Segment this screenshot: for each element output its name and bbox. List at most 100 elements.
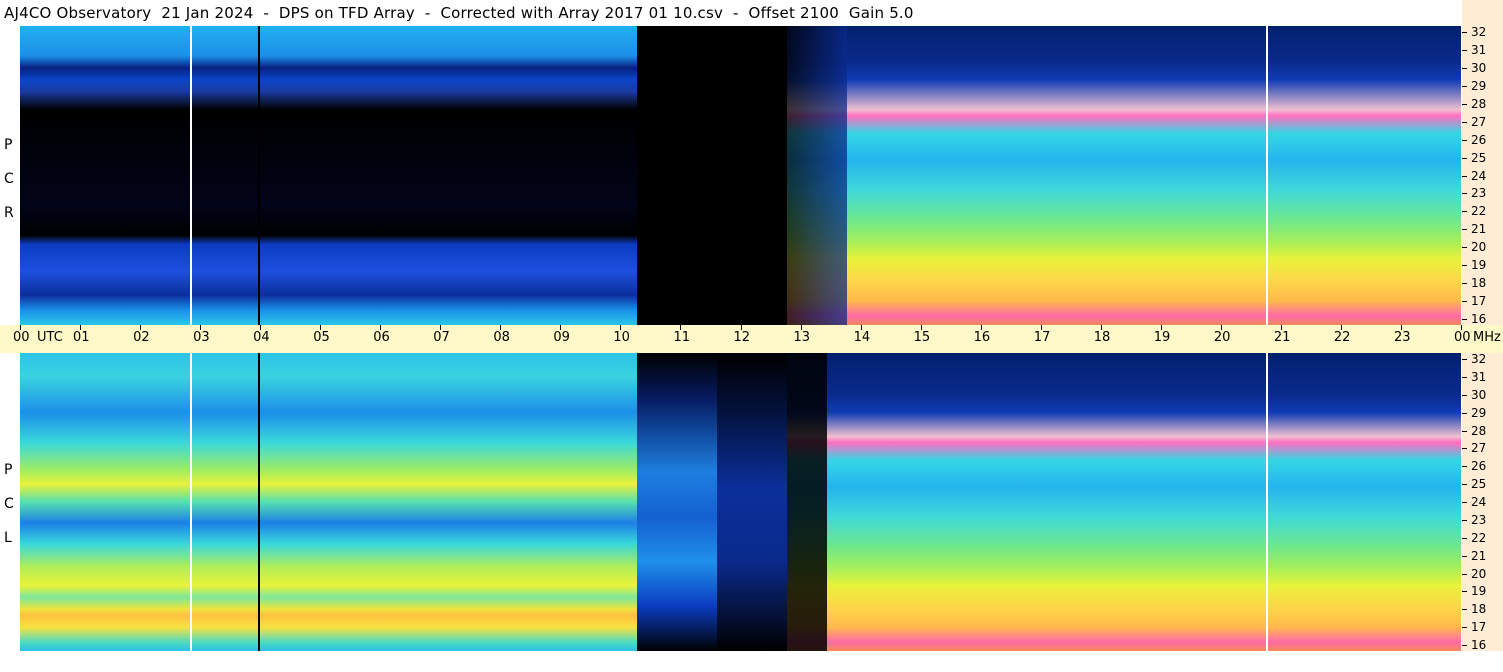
time-tick-label: 00 [1454, 330, 1471, 345]
time-tick-label: 04 [253, 330, 270, 345]
rcp-spectrogram [20, 26, 1461, 325]
freq-tick [1462, 229, 1467, 231]
freq-tick [1462, 319, 1467, 320]
time-tick-label: MHz [1473, 330, 1501, 345]
marker-line-1b [190, 353, 192, 651]
lcp-side: P C L [0, 353, 20, 651]
freq-tick [1462, 502, 1467, 503]
freq-tick [1462, 519, 1467, 521]
freq-tick-label: 17 [1471, 294, 1487, 309]
freq-tick-label: 30 [1471, 387, 1487, 402]
freq-tick [1462, 175, 1467, 177]
chart-title: AJ4CO Observatory 21 Jan 2024 - DPS on T… [4, 4, 914, 22]
time-tick-label: UTC [37, 330, 63, 345]
freq-tick [1462, 67, 1467, 69]
time-tick-label: 12 [733, 330, 751, 345]
freq-tick-label: 20 [1471, 566, 1487, 581]
time-tick-label: 02 [133, 330, 150, 345]
freq-tick [1462, 555, 1467, 557]
freq-tick-label: 22 [1471, 204, 1487, 219]
freq-tick-label: 29 [1471, 78, 1487, 93]
freq-tick [1462, 609, 1467, 611]
time-tick-label: 10 [613, 330, 630, 345]
lcp-spectrogram [20, 353, 1461, 651]
freq-tick-label: 24 [1471, 168, 1487, 183]
freq-tick [1462, 247, 1467, 249]
freq-tick [1462, 627, 1467, 629]
time-tick-label: 11 [673, 330, 690, 345]
rcp-frequency-axis: 32 31 30 29 28 27 26 25 24 23 22 21 20 19 18 17 16 [1462, 26, 1503, 325]
freq-tick-label: 28 [1471, 423, 1487, 438]
marker-line-3 [1266, 26, 1268, 325]
marker-line-1 [190, 26, 192, 325]
freq-tick [1462, 301, 1467, 303]
freq-tick-label: 28 [1471, 96, 1487, 111]
freq-tick [1462, 573, 1467, 575]
freq-tick [1462, 85, 1467, 87]
freq-tick-label: 25 [1471, 150, 1487, 165]
time-tick-label: 00 [13, 330, 30, 345]
time-tick-label: 20 [1213, 330, 1231, 345]
freq-tick-label: 20 [1471, 240, 1487, 255]
lcp-frequency-axis: 32 31 30 29 28 27 26 25 24 23 22 21 20 19 18 17 16 [1462, 353, 1503, 651]
freq-tick-label: 30 [1471, 60, 1487, 75]
freq-tick-label: 26 [1471, 132, 1487, 147]
freq-tick-label: 32 [1471, 25, 1487, 39]
freq-tick [1462, 265, 1467, 267]
rcp-label-p: P [4, 137, 13, 153]
freq-tick [1462, 32, 1467, 33]
freq-tick [1462, 537, 1467, 539]
freq-tick-label: 24 [1471, 495, 1487, 509]
lcp-label-p: P [4, 462, 13, 478]
freq-tick-label: 27 [1471, 114, 1487, 129]
time-tick-label: 09 [553, 330, 570, 345]
time-tick-label: 19 [1153, 330, 1171, 345]
time-tick-label: 01 [73, 330, 90, 345]
corner-block [1462, 0, 1503, 26]
lcp-label-l: L [4, 530, 12, 546]
time-tick-label: 03 [193, 330, 210, 345]
freq-tick [1462, 103, 1467, 105]
marker-line-3b [1266, 353, 1268, 651]
freq-tick-label: 25 [1471, 477, 1487, 492]
time-tick-label: 05 [313, 330, 330, 345]
time-tick-label: 22 [1333, 330, 1351, 345]
freq-tick [1462, 139, 1467, 141]
freq-tick-label: 31 [1471, 42, 1487, 57]
freq-tick [1462, 412, 1467, 414]
time-tick-label: 15 [913, 330, 931, 345]
freq-tick-label: 19 [1471, 258, 1487, 273]
time-tick-label: 18 [1093, 330, 1111, 345]
freq-tick-label: 21 [1471, 548, 1487, 563]
utc-time-axis: 00 UTC 01 02 03 04 05 06 07 08 09 10 11 12 13 14 15 16 17 1… [0, 325, 1503, 353]
freq-tick [1462, 645, 1467, 646]
time-tick-label: 07 [433, 330, 450, 345]
freq-tick [1462, 283, 1467, 285]
time-tick-label: 13 [793, 330, 811, 345]
time-tick-label: 17 [1033, 330, 1051, 345]
freq-tick [1462, 484, 1467, 486]
time-tick-label: 08 [493, 330, 510, 345]
time-tick-label: 23 [1393, 330, 1411, 345]
freq-tick [1462, 211, 1467, 213]
marker-line-2 [258, 26, 260, 325]
freq-tick [1462, 157, 1467, 159]
bottom-margin [0, 651, 1503, 672]
freq-tick [1462, 49, 1467, 51]
time-tick-label: 21 [1273, 330, 1291, 345]
freq-tick-label: 31 [1471, 369, 1487, 384]
freq-tick-label: 17 [1471, 620, 1487, 635]
freq-tick [1462, 448, 1467, 450]
freq-tick-label: 29 [1471, 405, 1487, 420]
freq-tick-label: 21 [1471, 222, 1487, 237]
marker-line-2b [258, 353, 260, 651]
freq-tick [1462, 359, 1467, 360]
freq-tick [1462, 193, 1467, 195]
freq-tick [1462, 394, 1467, 396]
time-tick-label: 06 [373, 330, 390, 345]
freq-tick-label: 18 [1471, 602, 1487, 617]
freq-tick-label: 22 [1471, 530, 1487, 545]
freq-tick-label: 16 [1471, 312, 1487, 326]
freq-tick-label: 19 [1471, 584, 1487, 599]
rcp-side: P C R [0, 26, 20, 325]
